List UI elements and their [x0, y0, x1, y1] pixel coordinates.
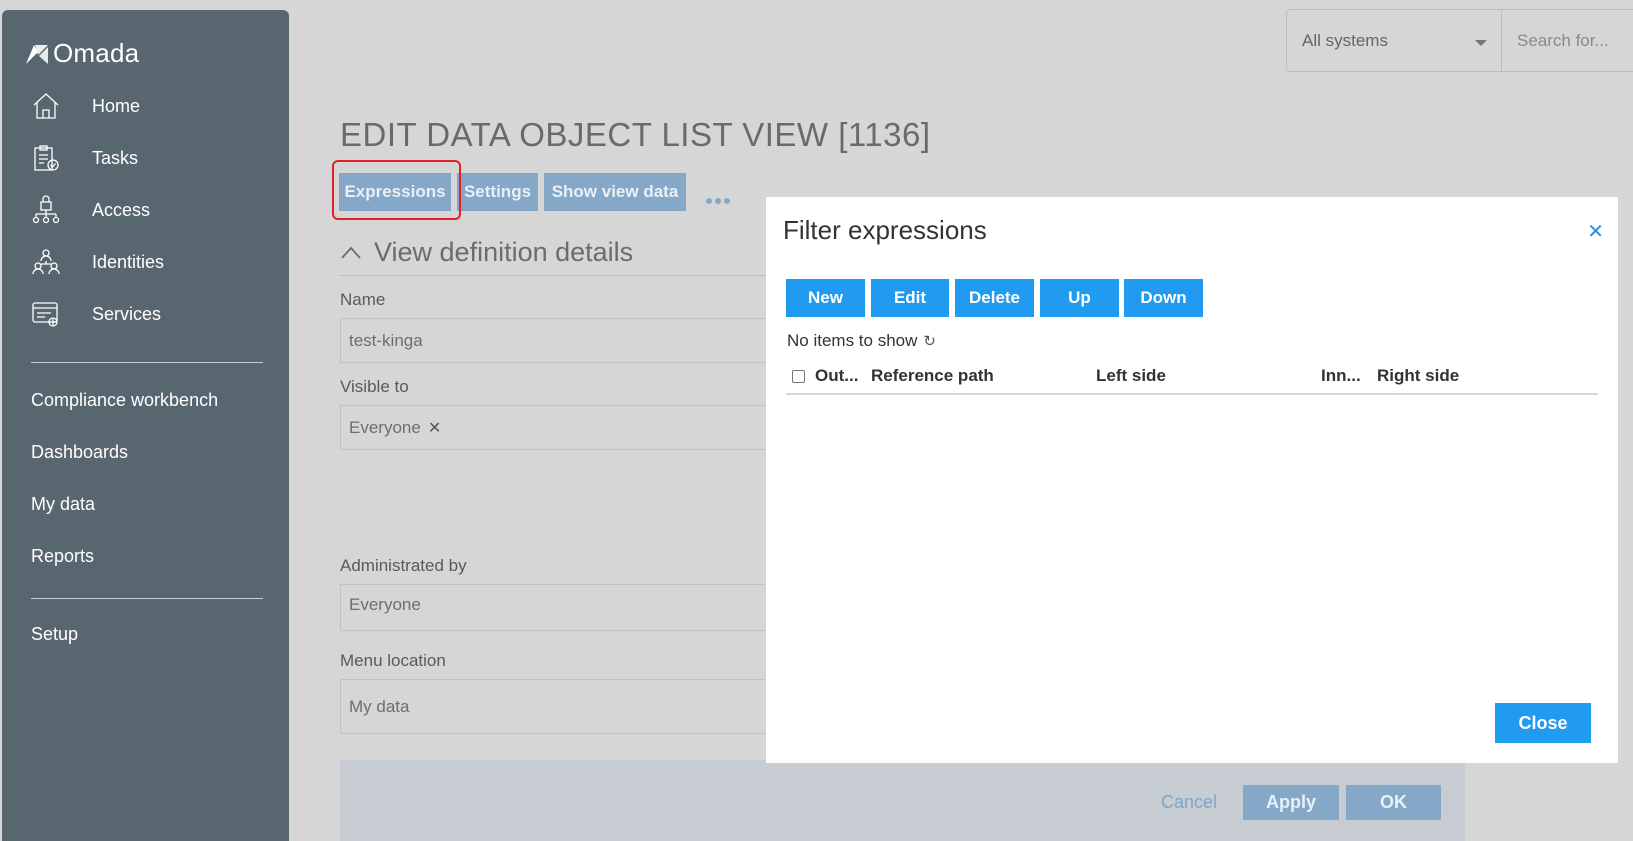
- more-options-icon[interactable]: [706, 198, 730, 204]
- remove-tag-icon[interactable]: ✕: [428, 418, 441, 438]
- visible-to-label: Visible to: [340, 377, 409, 396]
- table-header: Out... Reference path Left side Inn... R…: [786, 357, 1598, 395]
- sidebar-divider: [31, 362, 263, 363]
- column-header-inn[interactable]: Inn...: [1321, 366, 1361, 386]
- search-placeholder: Search for...: [1517, 30, 1609, 50]
- name-field[interactable]: test-kinga: [340, 318, 770, 363]
- sidebar-item-label: Tasks: [92, 147, 139, 168]
- ok-button[interactable]: OK: [1346, 785, 1441, 820]
- sidebar-item-tasks[interactable]: Tasks: [28, 140, 138, 176]
- home-icon: [28, 88, 64, 124]
- sidebar-item-reports[interactable]: Reports: [31, 546, 94, 567]
- tasks-icon: [28, 140, 64, 176]
- sidebar-item-label: Home: [92, 95, 141, 116]
- column-header-reference-path[interactable]: Reference path: [871, 366, 994, 386]
- edit-button[interactable]: Edit: [871, 279, 949, 317]
- up-button[interactable]: Up: [1040, 279, 1119, 317]
- menu-location-field[interactable]: My data: [340, 679, 770, 734]
- sidebar-item-access[interactable]: Access: [28, 192, 150, 228]
- page-title: EDIT DATA OBJECT LIST VIEW [1136]: [340, 116, 931, 153]
- down-button[interactable]: Down: [1124, 279, 1203, 317]
- column-header-right-side[interactable]: Right side: [1377, 366, 1459, 386]
- tab-show-view-data[interactable]: Show view data: [544, 173, 686, 211]
- column-header-left-side[interactable]: Left side: [1096, 366, 1166, 386]
- column-header-out[interactable]: Out...: [815, 366, 858, 386]
- sidebar-item-label: Services: [92, 303, 162, 324]
- identities-icon: [28, 244, 64, 280]
- sidebar-item-compliance-workbench[interactable]: Compliance workbench: [31, 390, 218, 411]
- select-all-checkbox[interactable]: [792, 370, 805, 383]
- sidebar-item-identities[interactable]: Identities: [28, 244, 164, 280]
- close-button[interactable]: Close: [1495, 703, 1591, 743]
- menu-location-label: Menu location: [340, 651, 446, 670]
- caret-down-icon: [1475, 40, 1487, 46]
- section-divider: [340, 275, 770, 276]
- visible-to-field[interactable]: Everyone ✕: [340, 405, 770, 450]
- delete-button[interactable]: Delete: [955, 279, 1034, 317]
- name-value: test-kinga: [349, 330, 423, 350]
- search-input[interactable]: Search for...: [1501, 9, 1633, 72]
- highlight-box: [332, 160, 461, 220]
- logo-text: Omada: [53, 38, 140, 68]
- tab-settings[interactable]: Settings: [457, 173, 538, 211]
- sidebar-divider: [31, 598, 263, 599]
- chevron-up-icon: [341, 246, 361, 259]
- system-select-value: All systems: [1302, 30, 1388, 50]
- administrated-by-label: Administrated by: [340, 556, 467, 575]
- sidebar-item-dashboards[interactable]: Dashboards: [31, 442, 128, 463]
- sidebar: Omada Home Tasks Access Identities Servi…: [2, 10, 289, 841]
- section-header[interactable]: View definition details: [340, 237, 633, 268]
- administrated-by-value: Everyone: [349, 595, 421, 614]
- app-logo[interactable]: Omada: [24, 38, 139, 69]
- section-title: View definition details: [374, 237, 634, 267]
- empty-state: No items to show ↻: [787, 331, 936, 351]
- refresh-icon[interactable]: ↻: [923, 332, 936, 350]
- empty-text: No items to show: [787, 331, 918, 350]
- omada-logo-icon: [26, 44, 48, 64]
- sidebar-item-label: Access: [92, 199, 151, 220]
- sidebar-item-setup[interactable]: Setup: [31, 624, 78, 645]
- sidebar-item-home[interactable]: Home: [28, 88, 140, 124]
- name-label: Name: [340, 290, 386, 309]
- close-icon[interactable]: ✕: [1587, 219, 1604, 244]
- filter-expressions-dialog: Filter expressions ✕ New Edit Delete Up …: [766, 197, 1618, 763]
- administrated-by-field[interactable]: Everyone: [340, 584, 770, 631]
- access-icon: [28, 192, 64, 228]
- system-select[interactable]: All systems: [1286, 9, 1502, 72]
- services-icon: [28, 296, 64, 332]
- new-button[interactable]: New: [786, 279, 865, 317]
- sidebar-item-services[interactable]: Services: [28, 296, 161, 332]
- cancel-button[interactable]: Cancel: [1161, 792, 1217, 813]
- apply-button[interactable]: Apply: [1243, 785, 1339, 820]
- visible-to-tag: Everyone: [349, 417, 421, 437]
- menu-location-value: My data: [349, 696, 410, 716]
- dialog-title: Filter expressions: [783, 215, 987, 245]
- sidebar-item-label: Identities: [92, 251, 165, 272]
- sidebar-item-my-data[interactable]: My data: [31, 494, 95, 515]
